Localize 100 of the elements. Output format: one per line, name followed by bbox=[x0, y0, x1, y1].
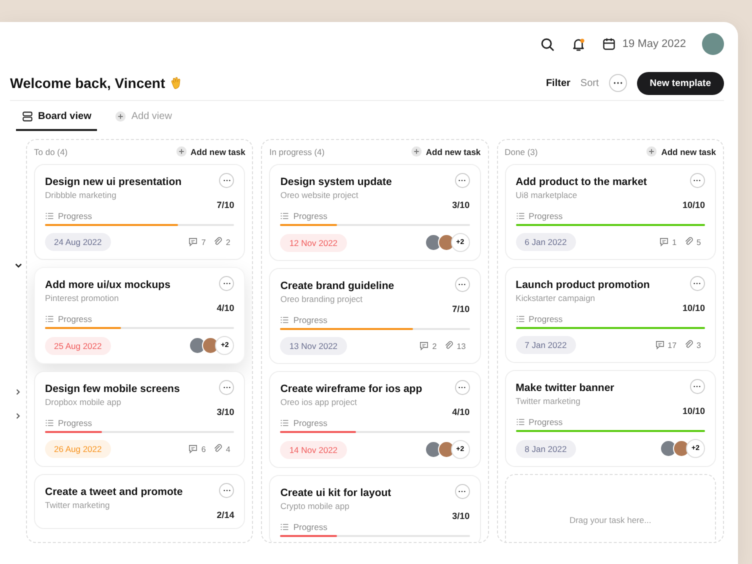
due-date-tag: 24 Aug 2022 bbox=[45, 233, 111, 251]
comment-count: 6 bbox=[201, 444, 206, 454]
progress-count: 10/10 bbox=[682, 303, 705, 313]
progress-label: Progress bbox=[293, 315, 328, 325]
user-avatar[interactable] bbox=[702, 33, 724, 55]
more-button[interactable] bbox=[219, 173, 234, 188]
list-icon bbox=[280, 523, 290, 531]
task-card[interactable]: Design new ui presentation Dribbble marketing 7/10 Progress 24 Aug 2022 7 2 bbox=[34, 164, 246, 260]
add-task-button[interactable]: Add new task bbox=[176, 146, 246, 157]
task-card[interactable]: Launch product promotion Kickstarter campaign 10/10 Progress 7 Jan 2022 17 3 bbox=[504, 267, 716, 363]
progress-label: Progress bbox=[293, 522, 328, 532]
column-title: To do (4) bbox=[34, 146, 68, 156]
due-date-tag: 8 Jan 2022 bbox=[516, 440, 576, 458]
dots-icon bbox=[612, 81, 623, 85]
current-date: 19 May 2022 bbox=[622, 38, 686, 50]
task-card[interactable]: Create a tweet and promote Twitter marketing 2/14 bbox=[34, 474, 246, 529]
comment-count: 17 bbox=[668, 340, 677, 350]
progress-count: 2/14 bbox=[216, 510, 234, 520]
comment-icon bbox=[188, 237, 198, 247]
task-card[interactable]: Design few mobile screens Dropbox mobile app 3/10 Progress 26 Aug 2022 6 4 bbox=[34, 371, 246, 467]
progress-count: 3/10 bbox=[216, 407, 234, 417]
task-project: Kickstarter campaign bbox=[516, 293, 596, 303]
search-icon[interactable] bbox=[540, 36, 556, 52]
comment-icon bbox=[654, 340, 665, 350]
list-icon bbox=[280, 419, 290, 427]
filter-button[interactable]: Filter bbox=[546, 78, 570, 88]
progress-count: 3/10 bbox=[452, 511, 470, 521]
paperclip-icon bbox=[212, 237, 223, 247]
due-date-tag: 14 Nov 2022 bbox=[280, 440, 347, 458]
comment-count: 1 bbox=[672, 238, 677, 246]
progress-label: Progress bbox=[58, 211, 92, 221]
member-avatar bbox=[424, 441, 442, 458]
more-button[interactable] bbox=[608, 74, 627, 92]
progress-count: 3/10 bbox=[452, 200, 470, 210]
comment-count: 7 bbox=[201, 238, 206, 246]
more-button[interactable] bbox=[219, 380, 234, 395]
comment-icon bbox=[188, 444, 198, 454]
more-button[interactable] bbox=[454, 277, 470, 292]
attachment-count: 3 bbox=[696, 340, 701, 350]
attachment-count: 13 bbox=[456, 342, 466, 350]
column-title: In progress (4) bbox=[269, 146, 325, 156]
list-icon bbox=[280, 212, 290, 220]
dots-icon bbox=[458, 386, 466, 389]
task-card[interactable]: Add product to the market Ui8 marketplace 10/10 Progress 6 Jan 2022 1 5 bbox=[504, 164, 716, 260]
dots-icon bbox=[222, 489, 231, 492]
task-card[interactable]: Create brand guideline Oreo branding project 7/10 Progress 13 Nov 2022 2 13 bbox=[269, 268, 481, 364]
task-project: Twitter marketing bbox=[45, 500, 110, 510]
more-button[interactable] bbox=[454, 380, 470, 395]
task-title: Design new ui presentation bbox=[45, 176, 182, 188]
board-view-tab[interactable]: Board view bbox=[16, 111, 98, 131]
list-icon bbox=[516, 212, 525, 220]
task-project: Crypto mobile app bbox=[280, 501, 350, 511]
list-icon bbox=[45, 315, 54, 323]
more-button[interactable] bbox=[219, 276, 234, 291]
task-project: Dribbble marketing bbox=[45, 190, 116, 200]
board-icon bbox=[22, 111, 33, 122]
column-title: Done (3) bbox=[504, 146, 538, 156]
plus-icon bbox=[115, 111, 126, 122]
task-title: Create a tweet and promote bbox=[45, 486, 183, 498]
list-icon bbox=[516, 418, 525, 426]
member-avatar bbox=[424, 234, 442, 251]
progress-label: Progress bbox=[293, 211, 328, 221]
task-card[interactable]: Create ui kit for layout Crypto mobile app 3/10 Progress bbox=[269, 475, 481, 542]
comment-icon bbox=[659, 237, 670, 247]
bell-icon[interactable] bbox=[571, 36, 586, 52]
chevron-right-icon[interactable] bbox=[14, 388, 22, 396]
list-icon bbox=[45, 419, 54, 427]
dots-icon bbox=[222, 282, 231, 285]
sort-button[interactable]: Sort bbox=[580, 78, 599, 88]
more-button[interactable] bbox=[454, 484, 470, 499]
plus-icon bbox=[176, 146, 187, 157]
due-date-tag: 13 Nov 2022 bbox=[280, 337, 347, 355]
dots-icon bbox=[458, 490, 466, 493]
more-button[interactable] bbox=[690, 173, 705, 188]
paperclip-icon bbox=[684, 237, 694, 247]
list-icon bbox=[516, 315, 525, 323]
progress-count: 4/10 bbox=[216, 303, 234, 313]
more-button[interactable] bbox=[690, 276, 705, 291]
add-task-button[interactable]: Add new task bbox=[646, 146, 716, 157]
dots-icon bbox=[693, 179, 702, 182]
task-project: Twitter marketing bbox=[516, 396, 580, 406]
comment-icon bbox=[419, 341, 430, 351]
progress-label: Progress bbox=[293, 418, 328, 428]
task-project: Dropbox mobile app bbox=[45, 397, 122, 407]
task-project: Oreo branding project bbox=[280, 294, 363, 304]
add-task-button[interactable]: Add new task bbox=[410, 146, 481, 157]
task-title: Create wireframe for ios app bbox=[280, 383, 422, 395]
plus-icon bbox=[410, 146, 422, 157]
new-template-button[interactable]: New template bbox=[636, 72, 724, 94]
more-button[interactable] bbox=[219, 483, 234, 498]
progress-label: Progress bbox=[58, 418, 92, 428]
paperclip-icon bbox=[212, 444, 223, 454]
drop-hint: Drag your task here... bbox=[569, 515, 652, 525]
chevron-down-icon[interactable] bbox=[14, 261, 22, 270]
task-title: Design system update bbox=[280, 176, 392, 188]
more-button[interactable] bbox=[454, 173, 470, 188]
dots-icon bbox=[458, 283, 466, 286]
chevron-right-icon[interactable] bbox=[14, 412, 22, 420]
more-button[interactable] bbox=[690, 379, 705, 394]
progress-count: 10/10 bbox=[682, 406, 705, 416]
